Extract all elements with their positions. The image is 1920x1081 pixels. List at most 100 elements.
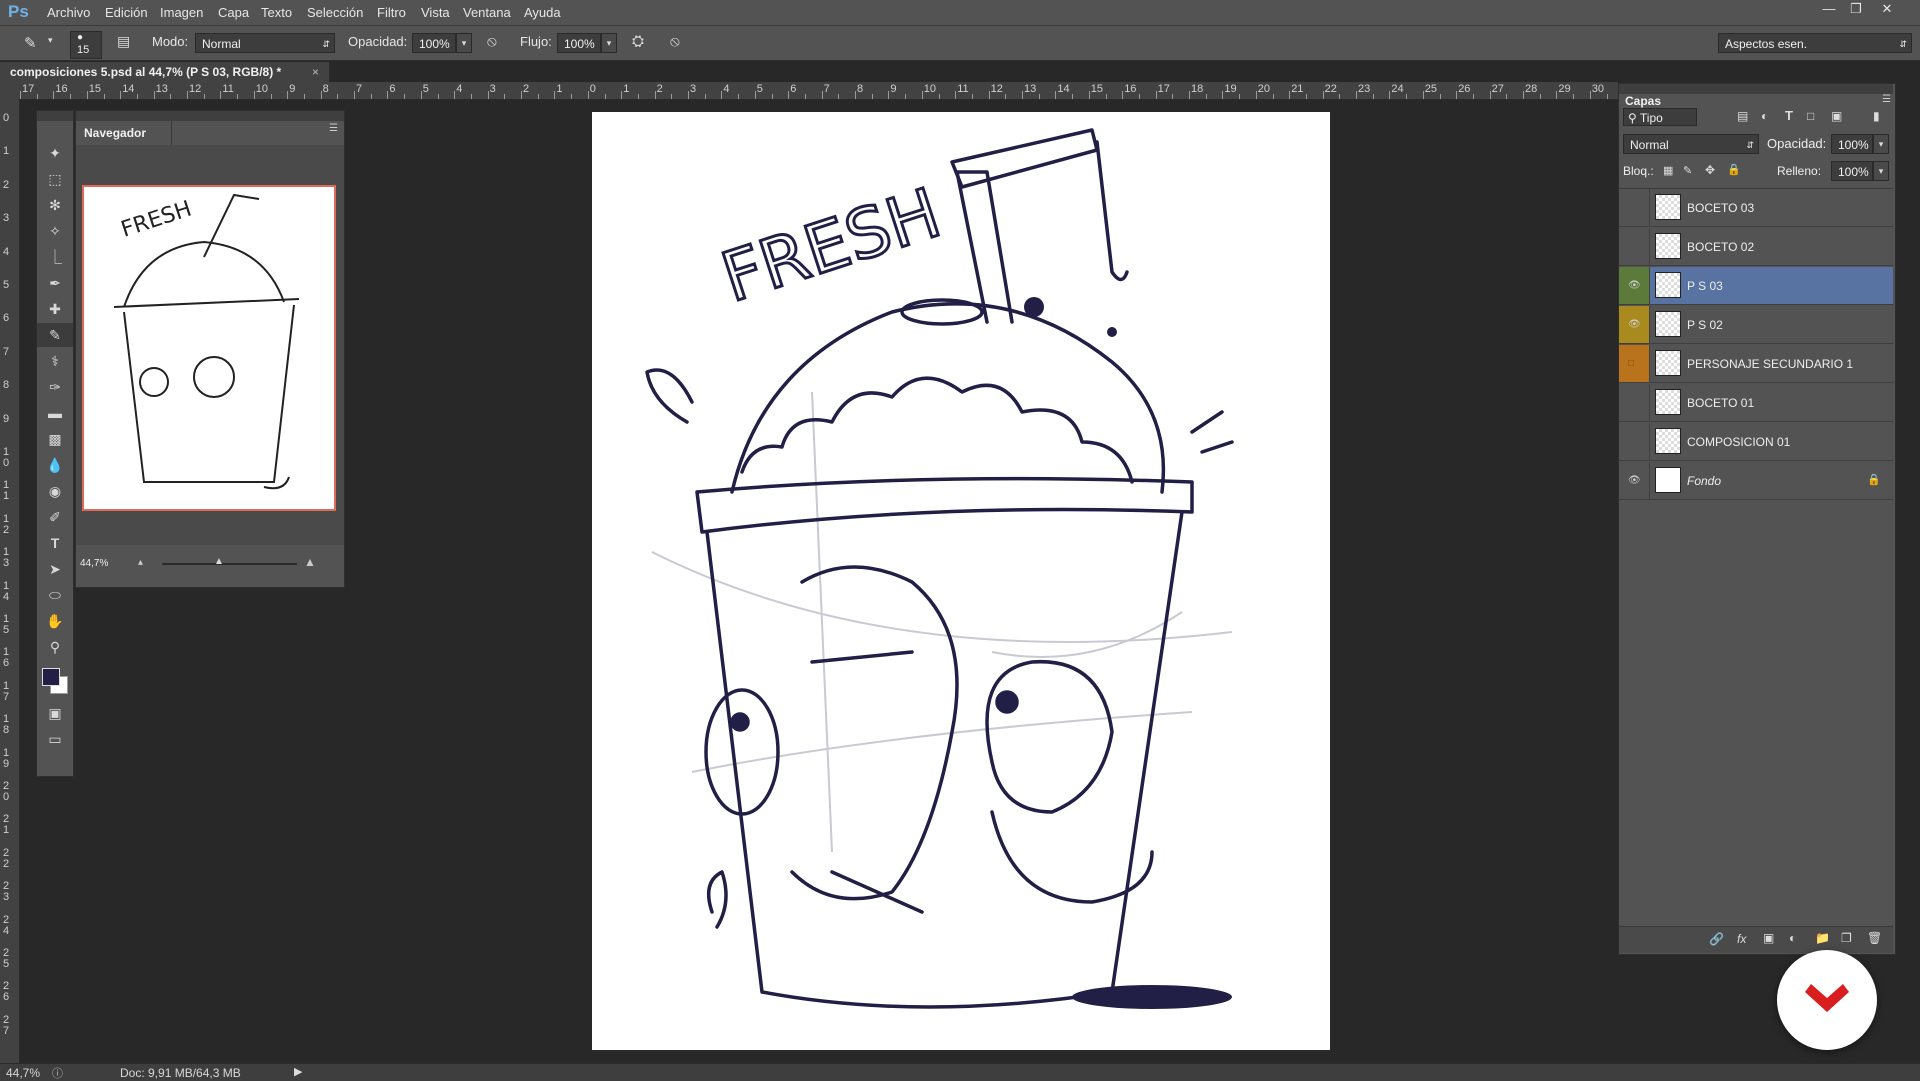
brush-tool-icon[interactable]: ✎ <box>37 323 73 347</box>
lasso-tool-icon[interactable]: ✻ <box>37 193 73 217</box>
hand-tool-icon[interactable]: ✋ <box>37 609 73 633</box>
layer-opacity-field[interactable]: 100% <box>1831 134 1873 154</box>
menu-ventana[interactable]: Ventana <box>463 5 511 20</box>
zoom-out-icon[interactable]: ▴ <box>138 557 143 568</box>
layer-row[interactable]: □ BOCETO 03 <box>1619 189 1893 227</box>
layer-filter-select[interactable]: ⚲ Tipo <box>1623 108 1697 126</box>
fill-dropdown[interactable]: ▾ <box>1873 161 1889 181</box>
adjustment-icon[interactable]: ◐ <box>1789 931 1796 945</box>
layer-row[interactable]: 👁 P S 02 <box>1619 306 1893 344</box>
menu-edicion[interactable]: Edición <box>105 5 148 20</box>
link-icon[interactable]: 🔗 <box>1709 932 1724 946</box>
screen-mode-icon[interactable]: ▭ <box>37 727 73 751</box>
zoom-slider[interactable] <box>162 563 297 565</box>
lock-pixels-icon[interactable]: ✎ <box>1683 164 1692 177</box>
opacity-dropdown[interactable]: ▾ <box>456 33 472 53</box>
trash-icon[interactable]: 🗑 <box>1867 931 1882 945</box>
panel-grip[interactable] <box>76 111 344 121</box>
layer-row[interactable]: □ PERSONAJE SECUNDARIO 1 <box>1619 345 1893 383</box>
dodge-tool-icon[interactable]: ◉ <box>37 479 73 503</box>
restore-icon[interactable]: ❐ <box>1843 1 1869 19</box>
new-layer-icon[interactable]: ❐ <box>1841 931 1852 945</box>
close-tab-icon[interactable]: × <box>312 62 319 82</box>
visibility-toggle[interactable]: 👁 <box>1619 462 1650 499</box>
lock-all-icon[interactable]: 🔒 <box>1727 163 1741 176</box>
status-arrow-icon[interactable]: ▶ <box>294 1065 302 1078</box>
lock-transparency-icon[interactable]: ▦ <box>1663 164 1673 177</box>
menu-vista[interactable]: Vista <box>421 5 450 20</box>
blur-tool-icon[interactable]: 💧 <box>37 453 73 477</box>
panel-menu-icon[interactable]: ☰ <box>1882 94 1891 105</box>
eraser-tool-icon[interactable]: ▬ <box>37 401 73 425</box>
ruler-origin[interactable] <box>0 82 20 99</box>
fill-field[interactable]: 100% <box>1831 161 1873 181</box>
visibility-toggle[interactable]: □ <box>1619 345 1650 382</box>
panel-grip[interactable] <box>37 111 73 121</box>
info-icon[interactable]: ⓘ <box>52 1065 63 1081</box>
path-selection-icon[interactable]: ➤ <box>37 557 73 581</box>
brush-preset-picker[interactable]: ● 15 <box>70 31 102 59</box>
opacity-field[interactable]: 100% <box>412 33 456 53</box>
photoshop-logo[interactable]: Ps <box>8 2 29 22</box>
horizontal-ruler[interactable]: 17 16 15 14 13 12 11 10 9 8 7 6 5 4 3 2 1 0 1 2 3 4 5 6 7 8 9 10 11 1… <box>20 82 1618 100</box>
lock-position-icon[interactable]: ✥ <box>1705 163 1715 177</box>
vertical-ruler[interactable]: 0 1 2 3 4 5 6 7 8 9 1 0 1 1 1 2 1 3 1 4 1 5 1 6 1 7 1 8 1 9… <box>0 99 20 1063</box>
layer-row[interactable]: □ BOCETO 02 <box>1619 228 1893 266</box>
brush-panel-icon[interactable]: ▤ <box>117 33 130 50</box>
healing-brush-icon[interactable]: ✚ <box>37 297 73 321</box>
move-tool-icon[interactable]: ✦ <box>37 141 73 165</box>
minimize-icon[interactable]: — <box>1816 1 1842 19</box>
shape-filter-icon[interactable]: □ <box>1807 109 1814 123</box>
layer-row[interactable]: □ BOCETO 01 <box>1619 384 1893 422</box>
flow-dropdown[interactable]: ▾ <box>601 33 617 53</box>
document-canvas[interactable]: FRESH <box>592 112 1330 1050</box>
group-icon[interactable]: 📁 <box>1815 931 1830 945</box>
workspace-select[interactable]: Aspectos esen. ⇵ <box>1718 33 1912 53</box>
mask-icon[interactable]: ▣ <box>1763 931 1774 945</box>
history-brush-icon[interactable]: ✑ <box>37 375 73 399</box>
ellipse-tool-icon[interactable]: ⬭ <box>37 583 73 607</box>
layer-row[interactable]: 👁 Fondo 🔒 <box>1619 462 1893 500</box>
flow-field[interactable]: 100% <box>557 33 601 53</box>
fx-icon[interactable]: fx <box>1737 932 1746 946</box>
brush-tool-icon[interactable]: ✎ <box>24 34 37 52</box>
pressure-size-icon[interactable]: ⦸ <box>670 33 680 50</box>
chevron-down-icon[interactable]: ▾ <box>48 35 53 46</box>
mode-select[interactable]: Normal ⇵ <box>195 33 335 53</box>
airbrush-icon[interactable]: ⛭ <box>632 33 644 50</box>
menu-imagen[interactable]: Imagen <box>160 5 203 20</box>
pen-tool-icon[interactable]: ✐ <box>37 505 73 529</box>
layer-opacity-dropdown[interactable]: ▾ <box>1873 134 1889 154</box>
layer-row[interactable]: □ COMPOSICION 01 <box>1619 423 1893 461</box>
status-zoom[interactable]: 44,7% <box>6 1066 40 1080</box>
layer-row-selected[interactable]: 👁 P S 03 <box>1619 267 1893 305</box>
navigator-zoom[interactable]: 44,7% <box>80 558 108 569</box>
smart-object-filter-icon[interactable]: ▣ <box>1831 109 1842 123</box>
menu-ayuda[interactable]: Ayuda <box>524 5 561 20</box>
foreground-color[interactable] <box>42 668 60 686</box>
quick-mask-icon[interactable]: ▣ <box>37 701 73 725</box>
panel-menu-icon[interactable]: ☰ <box>329 123 338 134</box>
gradient-tool-icon[interactable]: ▩ <box>37 427 73 451</box>
adjustment-filter-icon[interactable]: ◐ <box>1761 109 1768 123</box>
type-tool-icon[interactable]: T <box>37 531 73 555</box>
visibility-toggle[interactable]: □ <box>1619 228 1650 265</box>
zoom-in-icon[interactable]: ▲ <box>304 555 316 569</box>
visibility-toggle[interactable]: 👁 <box>1619 267 1650 304</box>
marquee-tool-icon[interactable]: ⬚ <box>37 167 73 191</box>
close-window-icon[interactable]: ✕ <box>1874 1 1900 19</box>
visibility-toggle[interactable]: □ <box>1619 423 1650 460</box>
pressure-opacity-icon[interactable]: ⦸ <box>487 33 497 50</box>
filter-toggle-icon[interactable]: ▮ <box>1873 109 1880 123</box>
menu-filtro[interactable]: Filtro <box>377 5 406 20</box>
menu-texto[interactable]: Texto <box>261 5 292 20</box>
visibility-toggle[interactable]: 👁 <box>1619 306 1650 343</box>
crop-tool-icon[interactable]: ⎿ <box>37 245 73 269</box>
document-tab[interactable]: composiciones 5.psd al 44,7% (P S 03, RG… <box>0 62 330 82</box>
type-filter-icon[interactable]: T <box>1785 108 1793 123</box>
menu-seleccion[interactable]: Selección <box>307 5 363 20</box>
navigator-tab[interactable]: Navegador <box>76 121 172 145</box>
stamp-tool-icon[interactable]: ⚕ <box>37 349 73 373</box>
pixel-filter-icon[interactable]: ▤ <box>1737 109 1748 123</box>
blend-mode-select[interactable]: Normal ⇵ <box>1623 134 1759 154</box>
